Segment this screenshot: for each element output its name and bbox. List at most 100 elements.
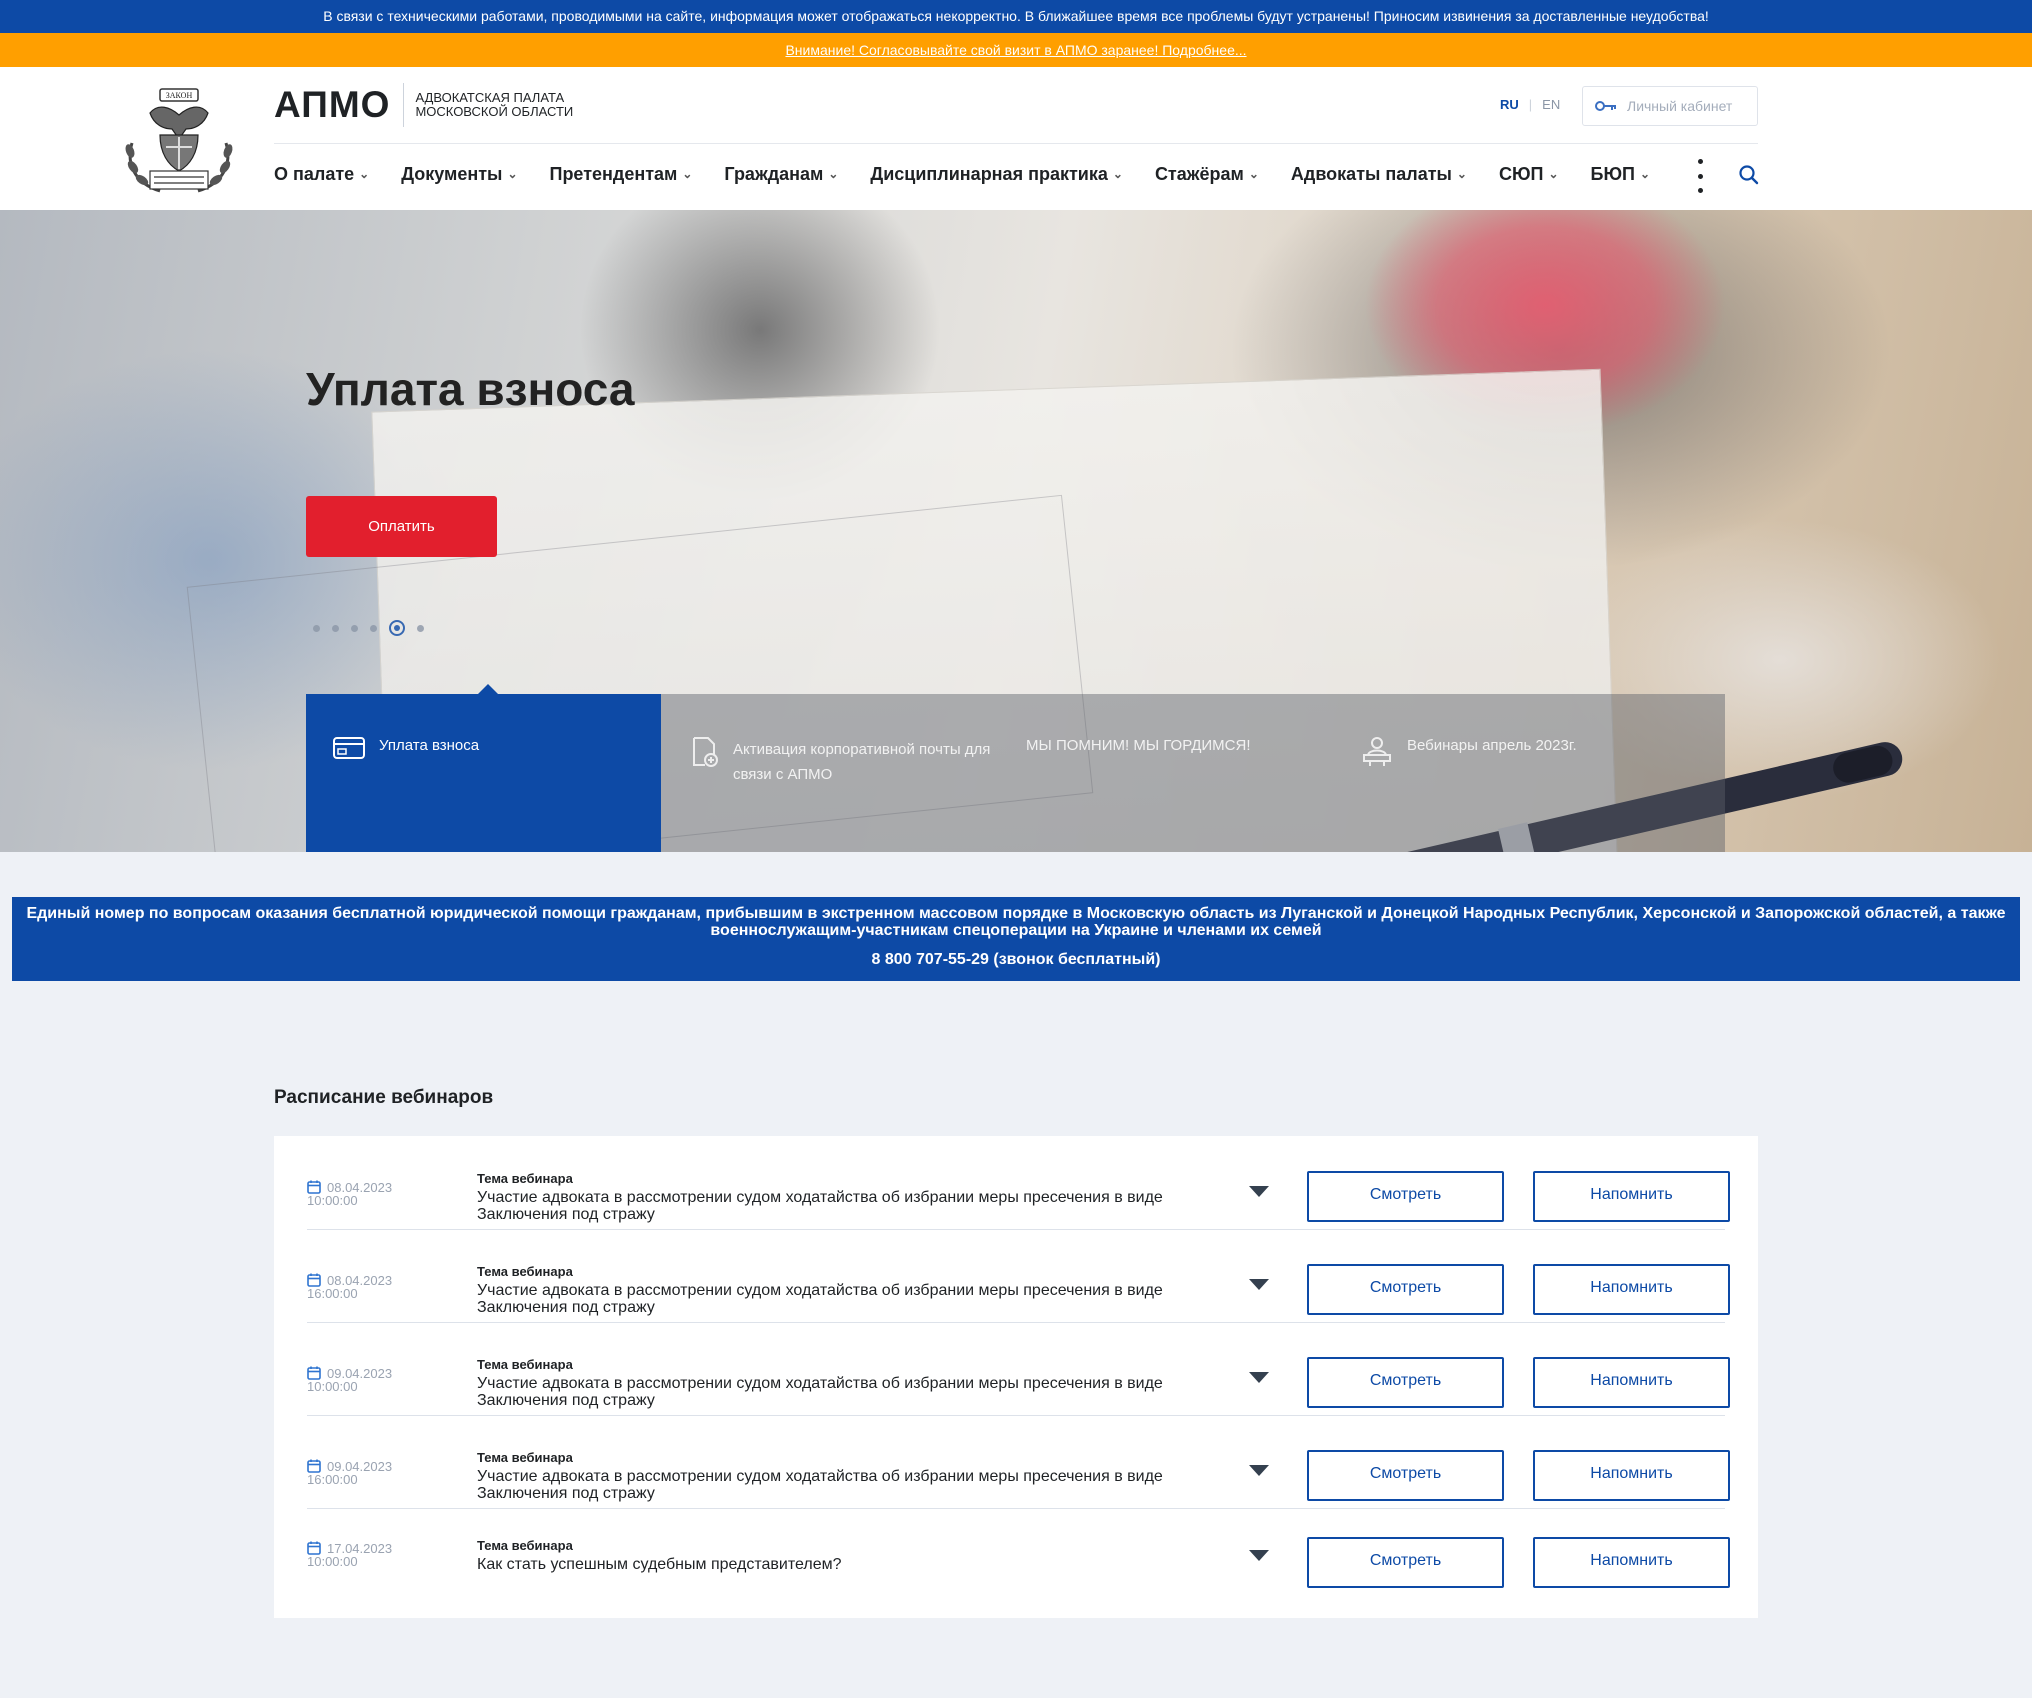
nav-item-disciplinary[interactable]: Дисциплинарная практика ⌄ [870,164,1123,185]
remind-button[interactable]: Напомнить [1533,1537,1730,1588]
webinar-topic-text: Участие адвоката в рассмотрении судом хо… [477,1375,1163,1409]
webinar-datetime: 08.04.2023 10:00:00 [307,1180,392,1207]
logo[interactable]: ЗАКОН [120,83,238,197]
nav-label: Адвокаты палаты [1290,163,1452,184]
webinar-time: 10:00:00 [307,1193,358,1208]
chevron-down-icon: ⌄ [828,167,839,181]
nav-item-applicants[interactable]: Претендентам ⌄ [550,164,693,185]
expand-arrow-icon[interactable] [1249,1550,1269,1561]
nav-item-lawyers[interactable]: Адвокаты палаты ⌄ [1291,164,1467,185]
webinar-datetime: 17.04.2023 10:00:00 [307,1541,392,1568]
calendar-icon [307,1273,321,1287]
expand-arrow-icon[interactable] [1249,1372,1269,1383]
nav-label: О палате [274,163,355,184]
webinar-row: 17.04.2023 10:00:00 Тема вебинара Как ст… [307,1508,1730,1601]
tab-remember-proud[interactable]: МЫ ПОМНИМ! МЫ ГОРДИМСЯ! [1026,694,1361,852]
webinar-topic-text: Как стать успешным судебным представител… [477,1556,842,1573]
nav-item-citizens[interactable]: Гражданам ⌄ [724,164,838,185]
more-menu-icon[interactable] [1690,159,1710,193]
tab-corporate-mail[interactable]: Активация корпоративной почты для связи … [661,694,1026,852]
personal-cabinet-button[interactable]: Личный кабинет [1582,86,1758,126]
main-nav: О палате ⌄ Документы ⌄ Претендентам ⌄ Гражд… [274,153,1682,195]
expand-arrow-icon[interactable] [1249,1279,1269,1290]
webinar-topic-label: Тема вебинара [477,1357,573,1372]
hero-title: Уплата взноса [306,363,635,415]
chevron-down-icon: ⌄ [359,167,370,181]
watch-button[interactable]: Смотреть [1307,1450,1504,1501]
remind-button[interactable]: Напомнить [1533,1450,1730,1501]
webinar-time: 10:00:00 [307,1379,358,1394]
lang-ru[interactable]: RU [1500,97,1519,112]
slider-dot-active[interactable] [389,620,405,636]
brand[interactable]: АПМО Адвокатская палата Московской облас… [274,83,595,127]
webinar-topic-label: Тема вебинара [477,1538,573,1553]
slider-dot[interactable] [313,624,320,632]
nav-item-trainees[interactable]: Стажёрам ⌄ [1155,164,1259,185]
nav-item-documents[interactable]: Документы ⌄ [401,164,517,185]
webinar-topic: Тема вебинара Участие адвоката в рассмот… [477,1450,1237,1502]
calendar-icon [307,1541,321,1555]
remind-button[interactable]: Напомнить [1533,1357,1730,1408]
slider-dots [313,620,424,636]
chevron-down-icon: ⌄ [1456,167,1467,181]
nav-label: БЮП [1590,163,1635,184]
tab-fee-payment[interactable]: Уплата взноса [306,684,661,852]
webinar-row: 09.04.2023 10:00:00 Тема вебинара Участи… [307,1322,1730,1416]
slider-dot[interactable] [351,624,358,632]
remind-button[interactable]: Напомнить [1533,1264,1730,1315]
hotline-phone[interactable]: 8 800 707-55-29 (звонок бесплатный) [12,951,2020,969]
document-icon [693,737,718,767]
chevron-down-icon: ⌄ [1248,167,1259,181]
remind-button[interactable]: Напомнить [1533,1171,1730,1222]
hotline-text: Единый номер по вопросам оказания беспла… [26,905,2006,939]
chevron-down-icon: ⌄ [1639,167,1651,181]
expand-arrow-icon[interactable] [1249,1186,1269,1197]
nav-label: Документы [401,163,503,184]
language-switcher: RU | EN [1500,97,1560,112]
watch-button[interactable]: Смотреть [1307,1357,1504,1408]
webinar-time: 16:00:00 [307,1472,358,1487]
webinar-topic-label: Тема вебинара [477,1171,573,1186]
header-divider [274,143,1758,144]
webinar-topic-text: Участие адвоката в рассмотрении судом хо… [477,1189,1163,1223]
slider-dot[interactable] [370,624,377,632]
search-icon[interactable] [1737,163,1761,187]
watch-button[interactable]: Смотреть [1307,1264,1504,1315]
nav-label: Дисциплинарная практика [870,163,1108,184]
pay-button[interactable]: Оплатить [306,496,497,557]
webinar-time: 16:00:00 [307,1286,358,1301]
chevron-down-icon: ⌄ [682,167,693,181]
visit-notice-link[interactable]: Внимание! Согласовывайте свой визит в АП… [785,42,1246,58]
expand-arrow-icon[interactable] [1249,1465,1269,1476]
coat-of-arms-icon: ЗАКОН [125,88,233,193]
webinar-topic: Тема вебинара Участие адвоката в рассмот… [477,1357,1237,1409]
tab-webinars-april[interactable]: Вебинары апрель 2023г. [1361,694,1725,852]
webinars-table: 08.04.2023 10:00:00 Тема вебинара Участи… [274,1136,1758,1618]
brand-name: АПМО [274,83,405,127]
webinar-row: 09.04.2023 16:00:00 Тема вебинара Участи… [307,1415,1730,1509]
tech-notice-bar: В связи с техническими работами, проводи… [0,0,2032,33]
nav-label: СЮП [1498,163,1544,184]
watch-button[interactable]: Смотреть [1307,1537,1504,1588]
hotline-banner: Единый номер по вопросам оказания беспла… [12,897,2020,981]
tab-label: МЫ ПОМНИМ! МЫ ГОРДИМСЯ! [1026,737,1251,754]
svg-text:ЗАКОН: ЗАКОН [166,91,193,100]
webinar-date: 09.04.2023 [327,1365,393,1381]
nav-item-about[interactable]: О палате ⌄ [274,164,369,185]
webinar-topic: Тема вебинара Участие адвоката в рассмот… [477,1264,1237,1316]
nav-item-syup[interactable]: СЮП ⌄ [1499,164,1559,185]
brand-subtitle: Адвокатская палата Московской области [415,90,574,119]
chevron-down-icon: ⌄ [507,167,518,181]
slider-dot[interactable] [332,624,339,632]
nav-item-byup[interactable]: БЮП ⌄ [1591,164,1651,185]
webinar-topic-text: Участие адвоката в рассмотрении судом хо… [477,1282,1163,1316]
lang-separator: | [1528,97,1533,112]
webinar-topic-label: Тема вебинара [477,1450,573,1465]
lang-en[interactable]: EN [1542,97,1560,112]
tab-label: Уплата взноса [379,737,480,754]
card-icon [333,737,365,759]
watch-button[interactable]: Смотреть [1307,1171,1504,1222]
webinar-row: 08.04.2023 16:00:00 Тема вебинара Участи… [307,1229,1730,1323]
webinar-topic: Тема вебинара Участие адвоката в рассмот… [477,1171,1237,1223]
slider-dot[interactable] [417,624,424,632]
